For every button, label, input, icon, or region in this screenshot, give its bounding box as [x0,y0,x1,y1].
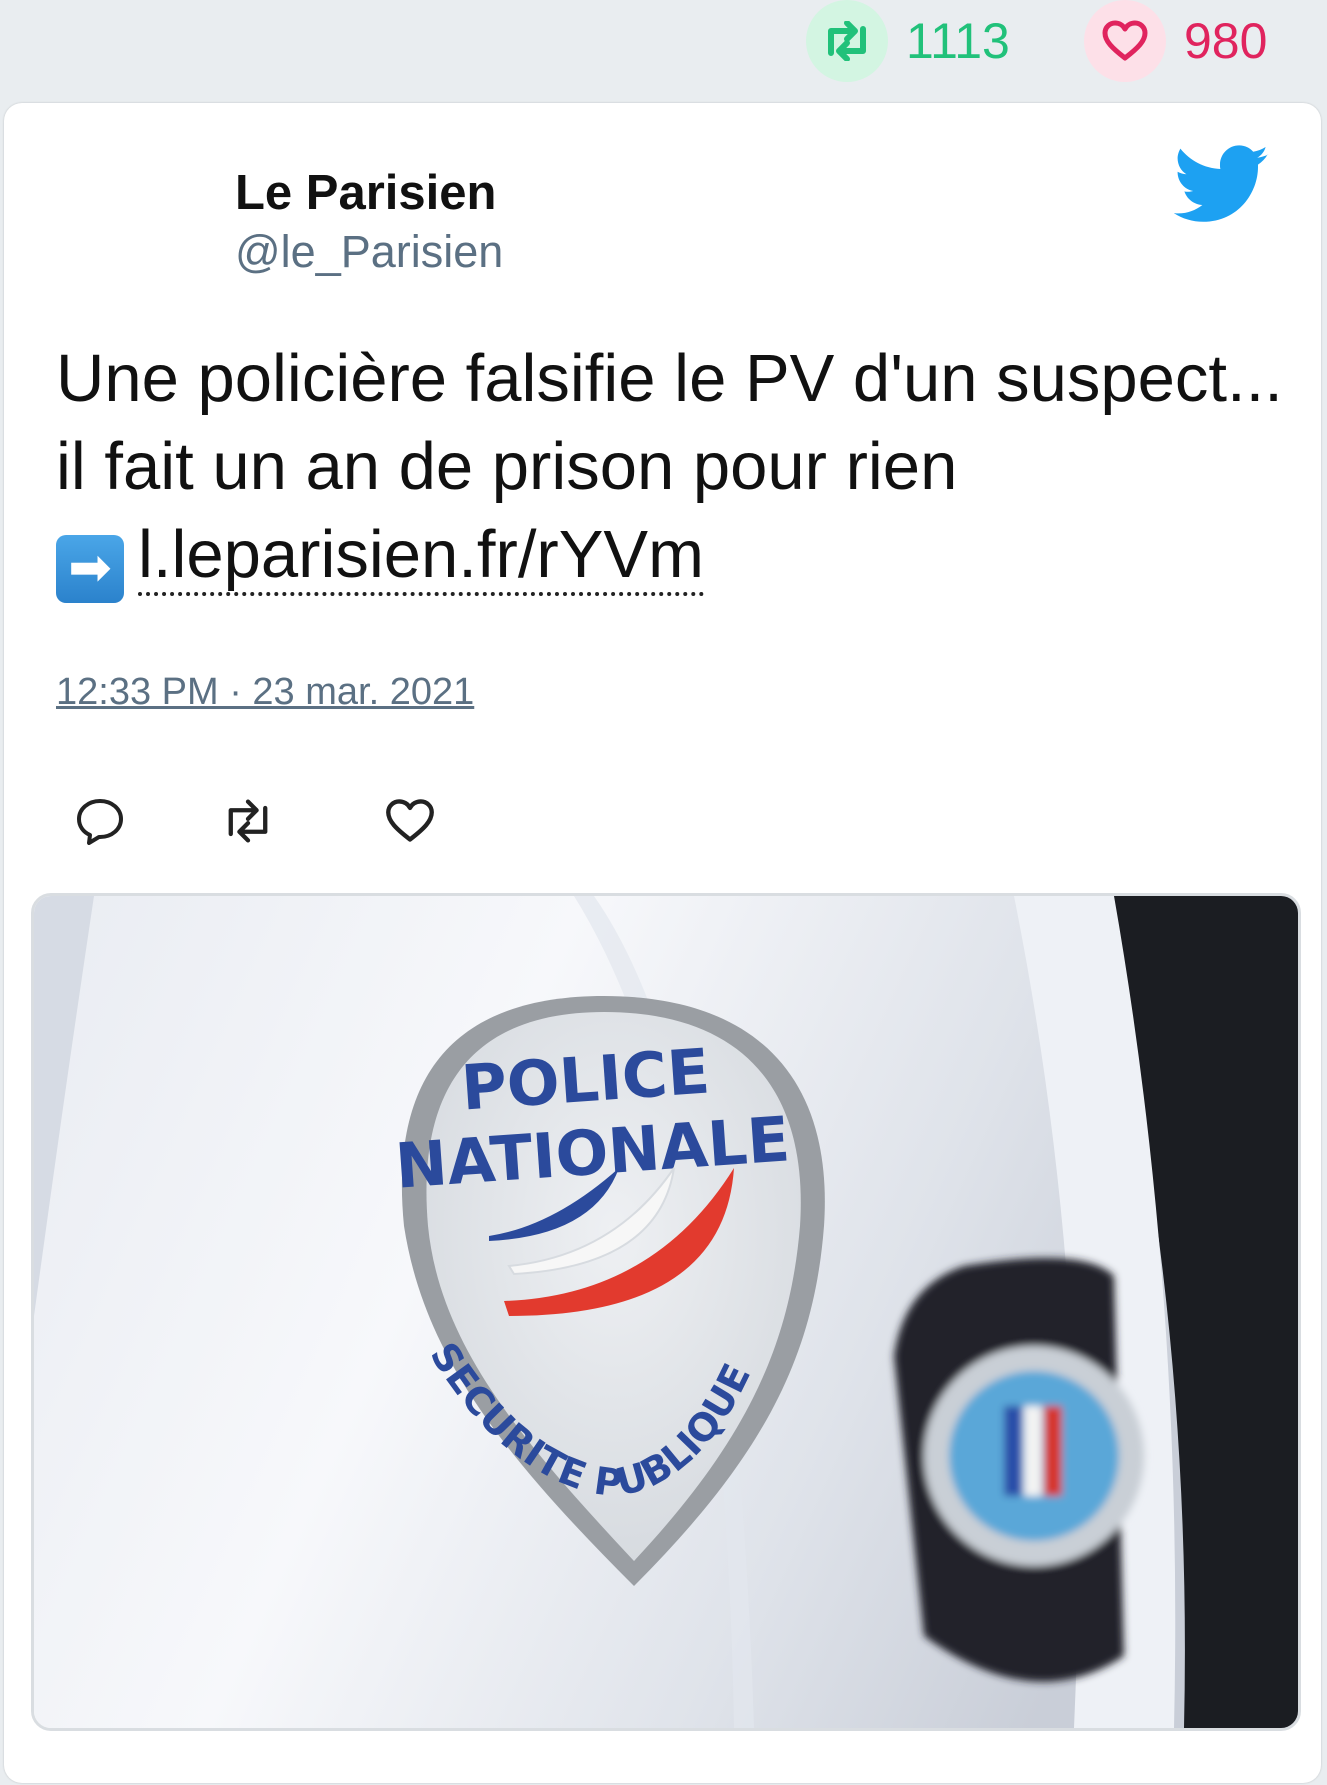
tweet-link[interactable]: l.leparisien.fr/rYVm [138,517,704,596]
retweet-stat-icon-wrap [806,0,888,82]
tweet-card[interactable]: Le Parisien @le_Parisien Une policière f… [4,103,1321,1783]
like-stat-icon-wrap [1084,0,1166,82]
retweet-icon [228,799,268,843]
reply-icon [77,799,123,845]
retweet-button[interactable] [220,793,276,849]
author-name[interactable]: Le Parisien [235,165,496,221]
tweet-body: Une policière falsifie le PV d'un suspec… [56,341,1283,504]
retweet-stat[interactable]: 1113 [806,0,1010,82]
like-count: 980 [1184,13,1268,69]
police-patch-photo: POLICE NATIONALE SECURITE PUBLIQUE [34,896,1298,1728]
retweet-icon [828,21,866,61]
retweet-count: 1113 [906,13,1010,69]
like-button[interactable] [382,793,438,849]
tweet-media-image[interactable]: POLICE NATIONALE SECURITE PUBLIQUE [31,893,1301,1731]
like-stat[interactable]: 980 [1084,0,1267,82]
heart-icon [1102,20,1148,61]
author-handle[interactable]: @le_Parisien [235,226,503,278]
engagement-stats: 1113 980 [0,0,1327,96]
arrow-right-icon: ➡ [56,535,124,603]
reply-button[interactable] [72,793,128,849]
tweet-timestamp[interactable]: 12:33 PM · 23 mar. 2021 [56,671,474,714]
like-icon [386,799,434,842]
tweet-text: Une policière falsifie le PV d'un suspec… [56,335,1286,603]
twitter-bird-icon[interactable] [1174,145,1270,225]
